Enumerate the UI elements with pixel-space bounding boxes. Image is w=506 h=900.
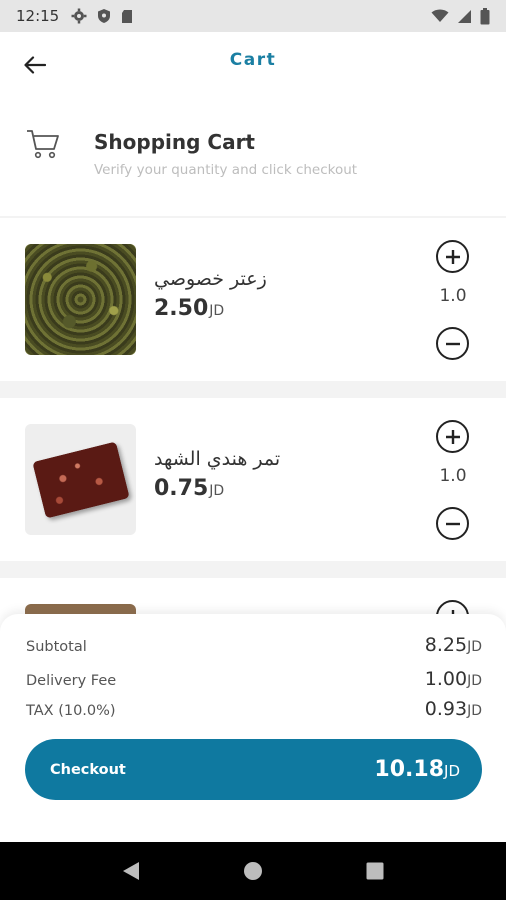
increase-quantity-button[interactable]: [436, 420, 469, 453]
decrease-quantity-button[interactable]: [436, 507, 469, 540]
checkout-total-value: 10.18: [374, 757, 445, 782]
page-title: Cart: [229, 50, 277, 70]
subtotal-row: Subtotal 8.25 JD: [26, 634, 482, 656]
sd-card-icon: [121, 9, 133, 24]
system-nav-bar: [0, 842, 506, 900]
subtotal-value: 8.25: [424, 634, 468, 656]
status-time: 12:15: [16, 7, 60, 25]
minus-icon: [445, 522, 460, 525]
product-price: 0.75 JD: [154, 476, 224, 501]
shopping-cart-icon: [26, 128, 60, 164]
square-recents-icon: [366, 862, 384, 880]
minus-icon: [445, 342, 460, 345]
cart-item: تمر هندي الشهد 0.75 JD 1.0: [0, 398, 506, 561]
currency-label: JD: [467, 639, 482, 655]
plus-icon: [445, 429, 460, 444]
delivery-label: Delivery Fee: [26, 673, 117, 689]
cart-subtitle: Verify your quantity and click checkout: [94, 162, 358, 178]
delivery-row: Delivery Fee 1.00 JD: [26, 668, 482, 690]
nav-back-button[interactable]: [111, 851, 151, 891]
nav-recents-button[interactable]: [355, 851, 395, 891]
quantity-value: 1.0: [439, 286, 467, 306]
subtotal-label: Subtotal: [26, 639, 87, 655]
product-image: [25, 424, 136, 535]
signal-icon: [457, 9, 472, 24]
currency-label: JD: [467, 703, 482, 719]
subtotal-amount: 8.25 JD: [425, 634, 482, 656]
tax-amount: 0.93 JD: [425, 698, 482, 720]
checkout-button[interactable]: Checkout 10.18 JD: [25, 739, 482, 800]
decrease-quantity-button[interactable]: [436, 327, 469, 360]
cart-item: زعتر خصوصي 2.50 JD 1.0: [0, 218, 506, 381]
price-amount: 2.50: [154, 296, 209, 321]
checkout-label: Checkout: [50, 761, 126, 778]
currency-label: JD: [467, 673, 482, 689]
battery-icon: [480, 7, 490, 25]
tax-label: TAX (10.0%): [26, 703, 116, 719]
quantity-value: 1.0: [439, 466, 467, 486]
status-bar: 12:15: [0, 0, 506, 32]
cart-header: Shopping Cart Verify your quantity and c…: [0, 98, 506, 216]
delivery-value: 1.00: [424, 668, 468, 690]
checkout-currency: JD: [444, 762, 460, 780]
order-summary: Subtotal 8.25 JD Delivery Fee 1.00 JD TA…: [0, 614, 506, 842]
cart-title: Shopping Cart: [94, 130, 255, 154]
price-currency: JD: [209, 483, 225, 499]
product-price: 2.50 JD: [154, 296, 224, 321]
triangle-back-icon: [123, 862, 139, 880]
plus-icon: [445, 249, 460, 264]
circle-home-icon: [244, 862, 262, 880]
wifi-icon: [431, 9, 449, 23]
product-image: [25, 244, 136, 355]
settings-icon: [71, 8, 87, 24]
product-name: زعتر خصوصي: [154, 268, 267, 290]
tax-value: 0.93: [424, 698, 468, 720]
delivery-amount: 1.00 JD: [425, 668, 482, 690]
shield-icon: [97, 8, 111, 24]
app-bar: Cart: [0, 32, 506, 98]
checkout-total: 10.18 JD: [374, 757, 460, 782]
increase-quantity-button[interactable]: [436, 240, 469, 273]
nav-home-button[interactable]: [233, 851, 273, 891]
product-name: تمر هندي الشهد: [154, 448, 281, 470]
price-amount: 0.75: [154, 476, 209, 501]
price-currency: JD: [209, 303, 225, 319]
tax-row: TAX (10.0%) 0.93 JD: [26, 698, 482, 720]
